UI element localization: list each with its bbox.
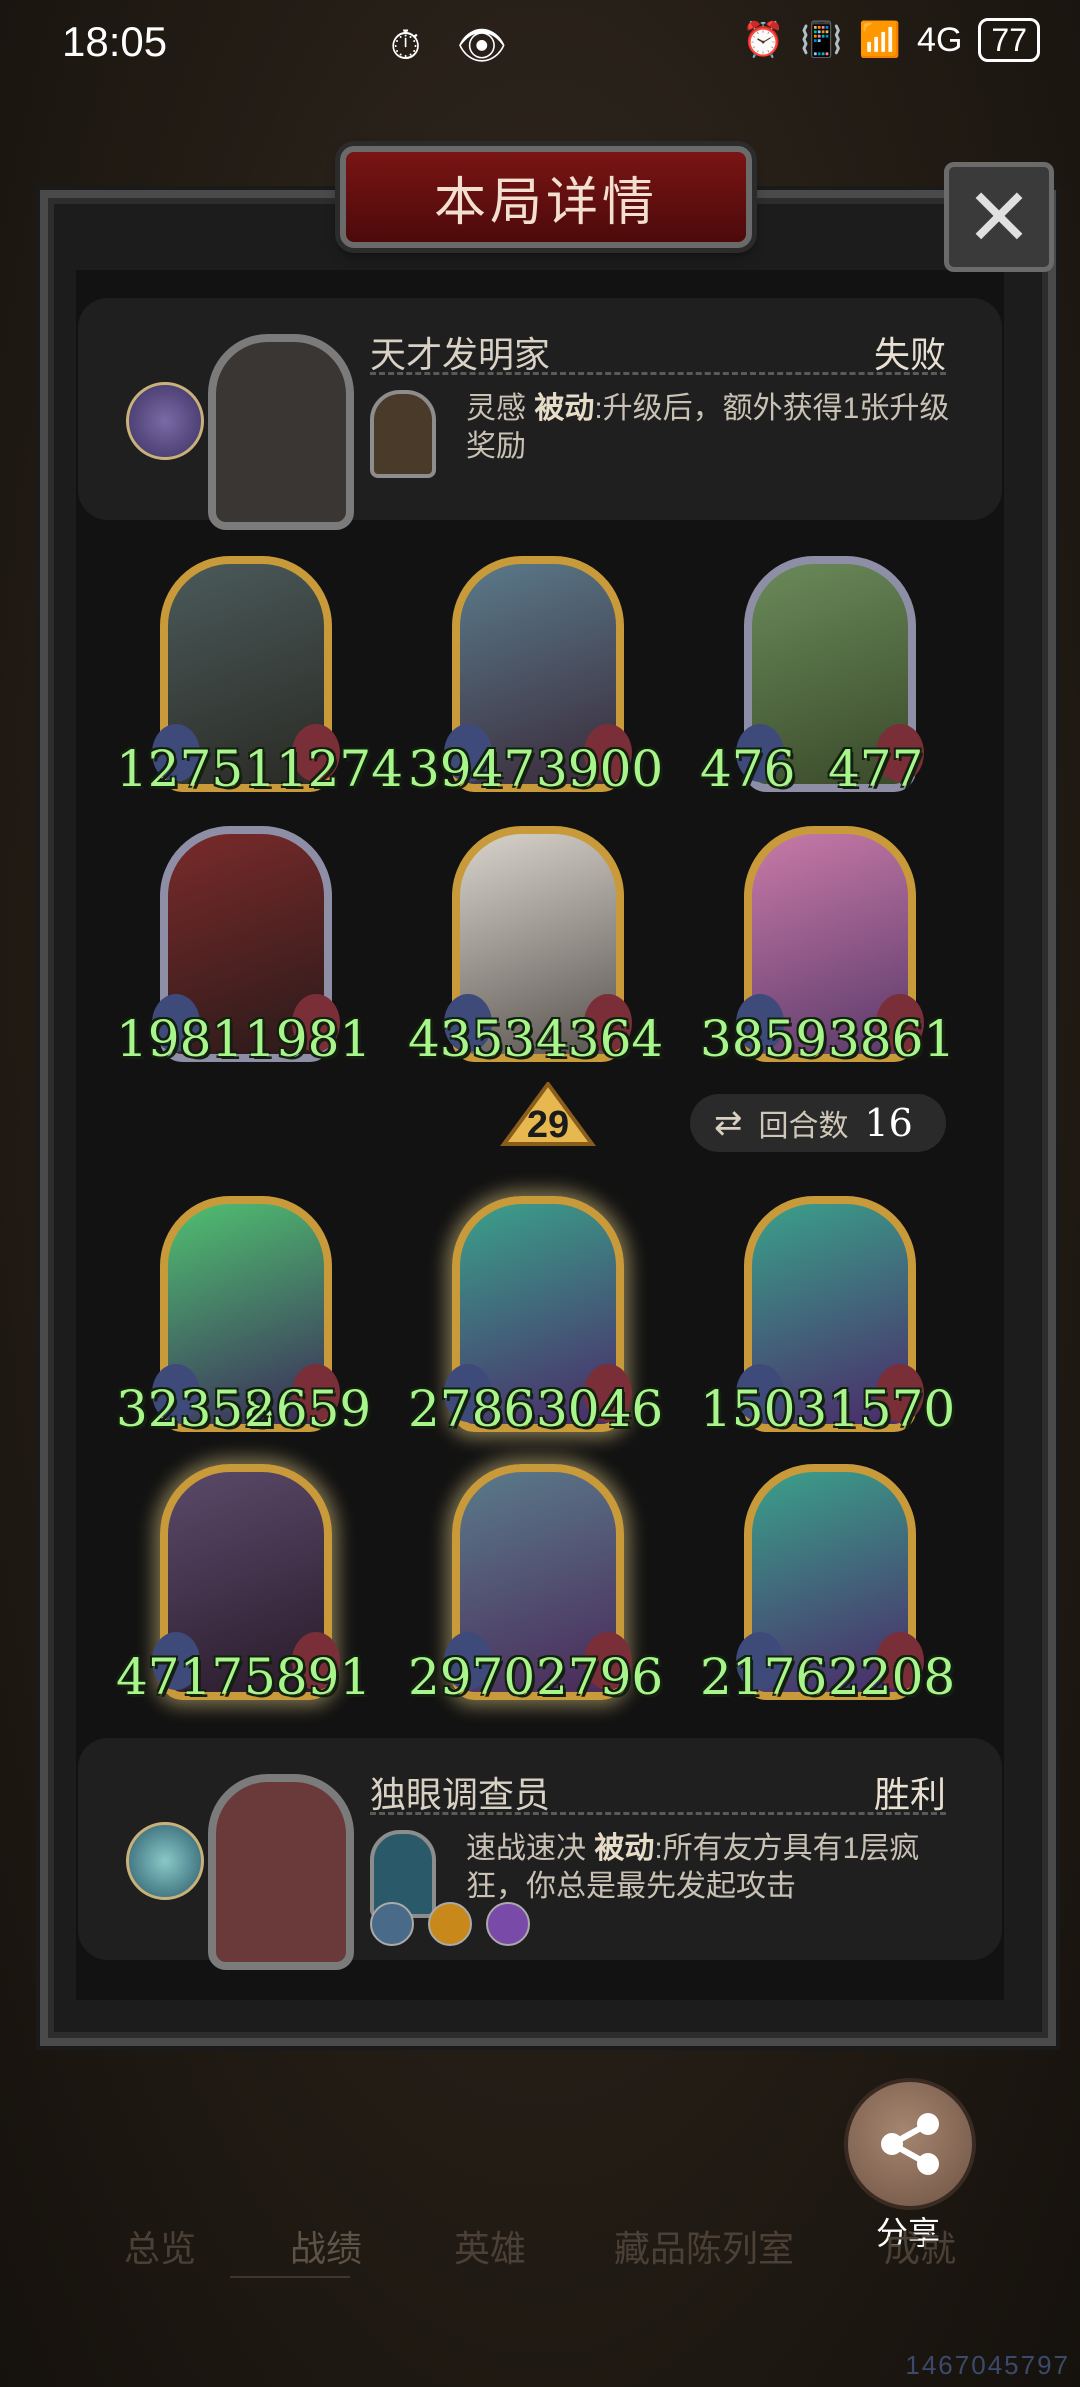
unit-attack: 2176 bbox=[700, 1648, 828, 1706]
unit-attack: 4353 bbox=[408, 1010, 536, 1068]
rounds-icon: ⇄ bbox=[714, 1104, 743, 1142]
network-label: 4G bbox=[917, 20, 963, 59]
unit-health: 3861 bbox=[828, 1010, 956, 1068]
hero-portrait[interactable] bbox=[208, 334, 354, 530]
tavern-level: 29 bbox=[526, 1104, 570, 1146]
rounds-value: 16 bbox=[864, 1101, 913, 1145]
unit-card[interactable]: 4717 5891 bbox=[116, 1464, 371, 1706]
purple-buff-icon[interactable] bbox=[486, 1902, 530, 1946]
unit-card[interactable]: 3947 3900 bbox=[408, 556, 663, 798]
skill-type: 被动 bbox=[594, 1832, 655, 1865]
status-icons-left: ⏱ 👁 bbox=[390, 24, 520, 68]
nav-achievements[interactable]: 成就 bbox=[884, 2220, 956, 2272]
unit-health: 11274 bbox=[244, 740, 404, 798]
unit-health: 2659 bbox=[244, 1380, 372, 1438]
unit-health: 1981 bbox=[244, 1010, 372, 1068]
unit-attack: 1981 bbox=[116, 1010, 244, 1068]
rank-crystal-icon bbox=[126, 382, 204, 460]
unit-card[interactable]: 2786 3046 bbox=[408, 1196, 663, 1438]
unit-attack: 3859 bbox=[700, 1010, 828, 1068]
hero-portrait[interactable] bbox=[208, 1774, 354, 1970]
unit-card[interactable]: 1275 11274 bbox=[116, 556, 403, 798]
nav-overview[interactable]: 总览 bbox=[124, 2220, 196, 2272]
unit-card[interactable]: 3859 3861 bbox=[700, 826, 955, 1068]
close-icon: ✕ bbox=[965, 172, 1033, 262]
unit-card[interactable]: 1981 1981 bbox=[116, 826, 371, 1068]
unit-card[interactable]: 32358 2659 bbox=[116, 1196, 371, 1438]
unit-health: 2208 bbox=[828, 1648, 956, 1706]
buff-row bbox=[370, 1902, 530, 1946]
battery-indicator: 77 bbox=[978, 18, 1040, 62]
active-tab-underline bbox=[230, 2276, 350, 2278]
sword-buff-icon[interactable] bbox=[370, 1902, 414, 1946]
opponent-card: 天才发明家 失败 灵感 被动:升级后，额外获得1张升级奖励 bbox=[78, 298, 1002, 530]
status-icons-right: ⏰ 📳 📶 4G 77 bbox=[742, 18, 1040, 62]
unit-card[interactable]: 2970 2796 bbox=[408, 1464, 663, 1706]
unit-card[interactable]: 1503 1570 bbox=[700, 1196, 955, 1438]
unit-attack: 2970 bbox=[408, 1648, 536, 1706]
unit-card[interactable]: 4353 4364 bbox=[408, 826, 663, 1068]
skill-description: 速战速决 被动:所有友方具有1层疯狂，你总是最先发起攻击 bbox=[466, 1830, 956, 1906]
unit-attack: 4717 bbox=[116, 1648, 244, 1706]
dialog-title-plate: 本局详情 bbox=[340, 146, 752, 248]
skill-name: 灵感 bbox=[466, 392, 526, 425]
nav-collection[interactable]: 藏品陈列室 bbox=[614, 2220, 794, 2272]
nav-heroes[interactable]: 英雄 bbox=[454, 2220, 526, 2272]
rank-mermaid-icon bbox=[126, 1822, 204, 1900]
unit-health: 3046 bbox=[536, 1380, 664, 1438]
dialog-title: 本局详情 bbox=[433, 172, 658, 233]
lightbulb-skill-icon[interactable] bbox=[370, 390, 436, 478]
unit-health: 1570 bbox=[828, 1380, 956, 1438]
hero-name: 天才发明家 bbox=[370, 334, 551, 375]
unit-health: 4364 bbox=[536, 1010, 664, 1068]
divider bbox=[370, 372, 946, 375]
nav-records[interactable]: 战绩 bbox=[290, 2220, 362, 2272]
unit-health: 477 bbox=[828, 740, 924, 798]
rounds-counter: ⇄ 回合数 16 bbox=[690, 1094, 946, 1152]
unit-card[interactable]: 476 477 bbox=[700, 556, 924, 798]
unit-attack: 3947 bbox=[408, 740, 536, 798]
unit-attack: 1275 bbox=[116, 740, 244, 798]
share-icon bbox=[881, 2113, 939, 2175]
match-result: 失败 bbox=[873, 334, 946, 375]
vibrate-icon: 📳 bbox=[800, 21, 843, 59]
divider bbox=[370, 1812, 946, 1815]
hero-name: 独眼调查员 bbox=[370, 1774, 551, 1815]
alarm-icon: ⏰ bbox=[742, 21, 785, 59]
unit-attack: 1503 bbox=[700, 1380, 828, 1438]
close-button[interactable]: ✕ bbox=[944, 162, 1054, 272]
gold-buff-icon[interactable] bbox=[428, 1902, 472, 1946]
status-bar: 18:05 ⏱ 👁 ⏰ 📳 📶 4G 77 bbox=[0, 0, 1080, 90]
skill-type: 被动 bbox=[534, 392, 595, 425]
unit-health: 2796 bbox=[536, 1648, 664, 1706]
tavern-level-badge: 29 bbox=[500, 1080, 596, 1162]
skill-description: 灵感 被动:升级后，额外获得1张升级奖励 bbox=[466, 390, 956, 466]
unit-card[interactable]: 2176 2208 bbox=[700, 1464, 955, 1706]
unit-attack: 2786 bbox=[408, 1380, 536, 1438]
wifi-icon: 📶 bbox=[858, 21, 902, 59]
unit-health: 5891 bbox=[244, 1648, 372, 1706]
unit-health: 3900 bbox=[536, 740, 664, 798]
user-id: 1467045797 bbox=[905, 2350, 1070, 2380]
bottom-nav: 总览 战绩 英雄 藏品陈列室 成就 bbox=[0, 2190, 1080, 2310]
player-card: 独眼调查员 胜利 速战速决 被动:所有友方具有1层疯狂，你总是最先发起攻击 bbox=[78, 1738, 1002, 1970]
unit-attack: 476 bbox=[700, 740, 796, 798]
clock: 18:05 bbox=[62, 18, 168, 65]
match-result: 胜利 bbox=[873, 1774, 946, 1815]
rounds-label: 回合数 bbox=[758, 1110, 849, 1143]
skill-name: 速战速决 bbox=[466, 1832, 586, 1865]
